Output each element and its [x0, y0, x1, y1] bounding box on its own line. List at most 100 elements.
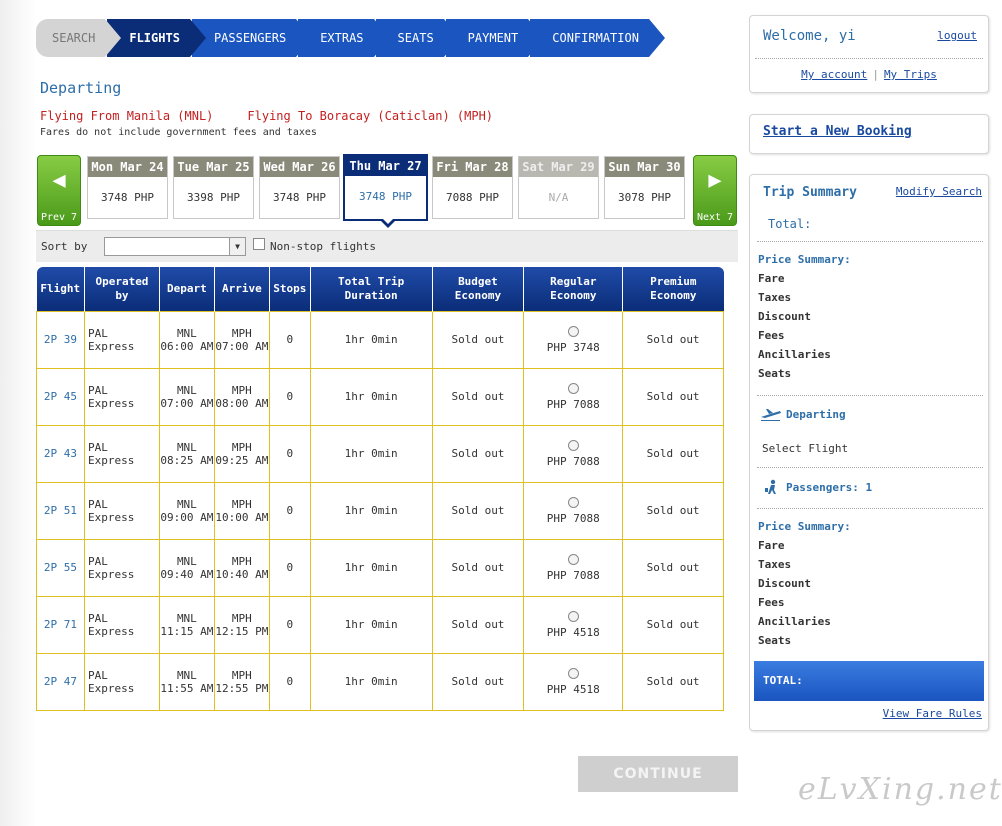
regular-fare: PHP 7088: [546, 511, 600, 525]
regular-fare-cell: PHP 7088: [523, 538, 624, 597]
arrive-cell: MPH 08:00 AM: [213, 367, 270, 426]
depart-code: MNL: [176, 554, 197, 568]
fare-radio[interactable]: [567, 382, 579, 394]
day-label: Sun Mar 30: [605, 157, 684, 177]
step-passengers[interactable]: PASSENGERS: [191, 19, 313, 57]
regular-fare: PHP 7088: [546, 397, 600, 411]
col-budget: Budget Economy: [432, 267, 525, 311]
premium-fare: Sold out: [622, 481, 724, 540]
section-title: Departing: [40, 79, 122, 97]
depart-cell: MNL 11:55 AM: [158, 652, 215, 711]
view-fare-rules-link[interactable]: View Fare Rules: [883, 707, 982, 720]
depart-cell: MNL 08:25 AM: [158, 424, 215, 483]
price-item: Ancillaries: [758, 348, 831, 361]
my-account-link[interactable]: My account: [801, 68, 867, 81]
price-summary-list: Fare Taxes Discount Fees Ancillaries Sea…: [758, 536, 831, 650]
budget-fare: Sold out: [431, 652, 525, 711]
stops: 0: [268, 652, 311, 711]
regular-fare: PHP 4518: [546, 682, 600, 696]
arrive-time: 09:25 AM: [215, 453, 269, 467]
flight-number[interactable]: 2P 39: [36, 310, 85, 369]
modify-search-link[interactable]: Modify Search: [896, 185, 982, 198]
col-duration: Total Trip Duration: [310, 267, 433, 311]
price-item: Taxes: [758, 558, 792, 571]
premium-fare: Sold out: [622, 652, 724, 711]
day-price: 3748 PHP: [273, 191, 326, 204]
premium-fare: Sold out: [622, 595, 724, 654]
day-tab-mon[interactable]: Mon Mar 24 3748 PHP: [87, 156, 168, 219]
account-panel: Welcome, yi logout My account | My Trips: [749, 15, 989, 93]
next-7-button[interactable]: ▶ Next 7: [693, 155, 737, 226]
duration: 1hr 0min: [309, 310, 433, 369]
regular-fare-cell: PHP 3748: [523, 310, 624, 369]
day-tab-wed[interactable]: Wed Mar 26 3748 PHP: [259, 156, 340, 219]
account-links: My account | My Trips: [750, 68, 988, 81]
regular-fare-cell: PHP 7088: [523, 481, 624, 540]
table-row: 2P 51 PAL Express MNL 09:00 AM MPH 10:00 A…: [36, 481, 724, 540]
col-depart: Depart: [159, 267, 215, 311]
booking-steps: SEARCH FLIGHTS PASSENGERS EXTRAS SEATS P…: [36, 19, 665, 57]
plane-icon: [761, 409, 781, 421]
budget-fare: Sold out: [431, 424, 525, 483]
depart-code: MNL: [176, 326, 197, 340]
sort-by-select[interactable]: ▼: [104, 237, 246, 256]
col-arrive: Arrive: [214, 267, 270, 311]
arrive-code: MPH: [231, 440, 252, 454]
flight-number[interactable]: 2P 51: [36, 481, 85, 540]
step-confirmation[interactable]: CONFIRMATION: [530, 19, 665, 57]
regular-fare-cell: PHP 7088: [523, 367, 624, 426]
continue-button[interactable]: CONTINUE: [578, 756, 738, 792]
table-row: 2P 55 PAL Express MNL 09:40 AM MPH 10:40 A…: [36, 538, 724, 597]
arrive-code: MPH: [231, 611, 252, 625]
my-trips-link[interactable]: My Trips: [884, 68, 937, 81]
day-tab-tue[interactable]: Tue Mar 25 3398 PHP: [173, 156, 254, 219]
day-price: N/A: [548, 191, 569, 204]
budget-fare: Sold out: [431, 367, 525, 426]
trip-summary-panel: Trip Summary Modify Search Total: Price …: [749, 174, 989, 731]
flight-number[interactable]: 2P 55: [36, 538, 85, 597]
arrive-cell: MPH 07:00 AM: [213, 310, 270, 369]
arrive-time: 07:00 AM: [215, 339, 269, 353]
step-search-label: SEARCH: [52, 31, 96, 45]
flight-number[interactable]: 2P 71: [36, 595, 85, 654]
sort-by-label: Sort by: [41, 240, 88, 253]
day-tab-sun[interactable]: Sun Mar 30 3078 PHP: [604, 156, 685, 219]
left-arrow-icon: ◀: [52, 168, 66, 193]
arrive-cell: MPH 10:40 AM: [213, 538, 270, 597]
day-tab-thu-selected[interactable]: Thu Mar 27 3748 PHP: [343, 154, 428, 228]
budget-fare: Sold out: [431, 481, 525, 540]
table-row: 2P 45 PAL Express MNL 07:00 AM MPH 08:00 A…: [36, 367, 724, 426]
premium-fare: Sold out: [622, 424, 724, 483]
prev-7-button[interactable]: ◀ Prev 7: [37, 155, 81, 226]
operator: PAL Express: [83, 424, 160, 483]
regular-fare: PHP 7088: [546, 454, 600, 468]
fare-radio[interactable]: [567, 553, 579, 565]
operator: PAL Express: [83, 652, 160, 711]
summary-total-label: Total:: [768, 217, 812, 231]
regular-fare: PHP 4518: [546, 625, 600, 639]
day-tab-fri[interactable]: Fri Mar 28 7088 PHP: [432, 156, 513, 219]
depart-cell: MNL 06:00 AM: [158, 310, 215, 369]
fare-radio[interactable]: [567, 496, 579, 508]
divider: [757, 508, 983, 509]
fare-radio[interactable]: [567, 325, 579, 337]
flights-table: Flight Operated by Depart Arrive Stops T…: [36, 267, 724, 711]
flight-number[interactable]: 2P 45: [36, 367, 85, 426]
depart-time: 09:00 AM: [160, 510, 214, 524]
col-regular: Regular Economy: [523, 267, 624, 311]
col-premium: Premium Economy: [622, 267, 724, 311]
route-from: Flying From Manila (MNL): [40, 109, 214, 123]
logout-link[interactable]: logout: [937, 29, 977, 42]
fare-radio[interactable]: [567, 439, 579, 451]
nonstop-checkbox[interactable]: [253, 238, 265, 250]
link-separator: |: [872, 68, 879, 81]
price-summary-list: Fare Taxes Discount Fees Ancillaries Sea…: [758, 269, 831, 383]
new-booking-link[interactable]: Start a New Booking: [763, 124, 912, 139]
arrive-cell: MPH 10:00 AM: [213, 481, 270, 540]
flight-number[interactable]: 2P 43: [36, 424, 85, 483]
arrive-code: MPH: [231, 326, 252, 340]
fare-radio[interactable]: [567, 667, 579, 679]
fare-radio[interactable]: [567, 610, 579, 622]
flight-number[interactable]: 2P 47: [36, 652, 85, 711]
step-search[interactable]: SEARCH: [36, 19, 122, 57]
